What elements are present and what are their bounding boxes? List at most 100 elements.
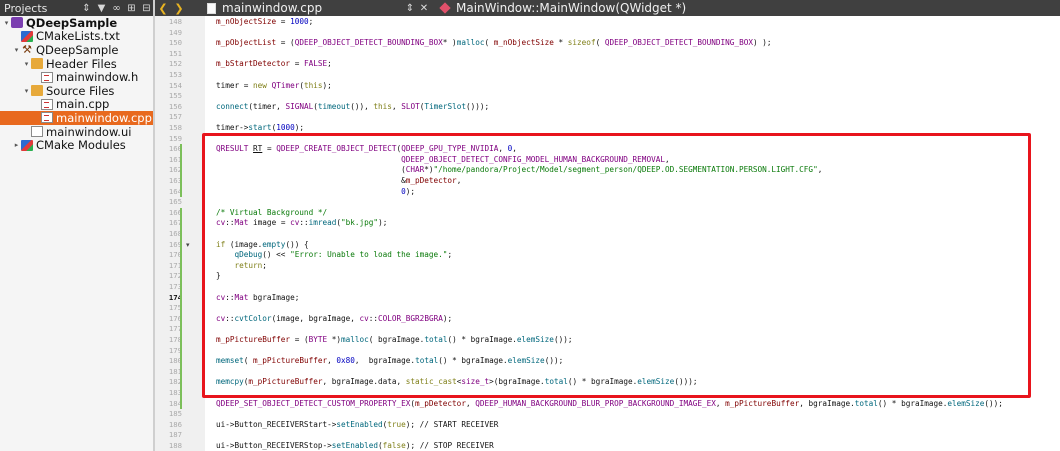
expand-arrow-icon[interactable]: ▸ (12, 141, 21, 149)
line-number: 156 (168, 101, 182, 111)
line-number: 183 (168, 388, 182, 397)
code-line[interactable]: if (image.empty()) { (216, 240, 309, 251)
symbol-name: MainWindow::MainWindow(QWidget *) (456, 1, 687, 15)
code-line[interactable]: connect(timer, SIGNAL(timeout()), this, … (216, 102, 489, 113)
line-number: 163 (168, 176, 182, 185)
code-line[interactable]: QDEEP_OBJECT_DETECT_CONFIG_MODEL_HUMAN_B… (216, 155, 669, 166)
code-line[interactable]: m_pPictureBuffer = (BYTE *)malloc( bgraI… (216, 335, 572, 346)
fold-arrow-icon[interactable]: ▾ (186, 241, 190, 249)
code-line[interactable]: memcpy(m_pPictureBuffer, bgraImage.data,… (216, 377, 697, 388)
line-number: 157 (168, 112, 182, 122)
close-icon[interactable]: ⊟ (140, 2, 153, 15)
line-number: 164 (168, 186, 182, 196)
tree-item[interactable]: mainwindow.h (0, 70, 153, 84)
tree-item[interactable]: ▸ CMake Modules (0, 138, 153, 152)
code-line[interactable]: qDebug() << "Error: Unable to load the i… (216, 250, 453, 261)
projects-title: Projects (4, 1, 48, 15)
line-number: 168 (168, 229, 182, 238)
expand-arrow-icon[interactable]: ▾ (12, 46, 21, 54)
code-line[interactable]: ui->Button_RECEIVERStart->setEnabled(tru… (216, 420, 498, 431)
code-line[interactable]: cv::cvtColor(image, bgraImage, cv::COLOR… (216, 314, 452, 325)
code-line[interactable]: memset( m_pPictureBuffer, 0x80, bgraImag… (216, 356, 563, 367)
code-line[interactable]: m_pObjectList = (QDEEP_OBJECT_DETECT_BOU… (216, 38, 771, 49)
tree-item-label: mainwindow.h (56, 70, 139, 84)
hammer-icon: ⚒ (22, 43, 32, 57)
code-line[interactable]: /* Virtual Background */ (216, 208, 327, 219)
cmake-file-icon (21, 139, 33, 151)
line-number: 151 (168, 48, 182, 58)
open-file-tab[interactable]: mainwindow.cpp (207, 1, 403, 15)
open-file-name: mainwindow.cpp (222, 1, 323, 15)
code-line[interactable]: 0); (216, 187, 415, 198)
line-number: 185 (168, 409, 182, 419)
tree-item-label: CMake Modules (36, 138, 126, 152)
split-icon[interactable]: ⊞ (125, 2, 138, 15)
line-number: 172 (168, 271, 182, 281)
line-number: 152 (168, 59, 182, 69)
back-arrow-icon[interactable]: ❮ (155, 2, 171, 15)
code-line[interactable]: ui->Button_RECEIVERStop->setEnabled(fals… (216, 441, 494, 451)
code-line[interactable]: cv::Mat image = cv::imread("bk.jpg"); (216, 218, 387, 229)
expand-arrow-icon[interactable]: ▾ (22, 60, 31, 68)
line-number-gutter: 148 149 150 151 152 153 154 155 156 157 158 159 160 1… (155, 16, 205, 451)
code-line[interactable]: m_nObjectSize = 1000; (216, 17, 313, 28)
project-tree: ▾ QDeepSample CMakeLists.txt ▾ ⚒ QDeepSample ▾… (0, 16, 153, 451)
line-number: 179 (168, 345, 182, 355)
line-number: 188 (168, 441, 182, 450)
tree-item[interactable]: ▾ QDeepSample (0, 16, 153, 30)
code-line[interactable]: timer->start(1000); (216, 123, 304, 134)
tree-item-label: main.cpp (56, 97, 110, 112)
modified-lines-marker (180, 207, 182, 410)
code-line[interactable]: QDEEP_SET_OBJECT_DETECT_CUSTOM_PROPERTY_… (216, 399, 1003, 410)
tree-item[interactable]: main.cpp (0, 97, 153, 112)
line-number: 180 (168, 356, 182, 366)
folder-icon (31, 85, 43, 97)
line-number: 187 (168, 430, 182, 440)
dropdown-icon[interactable]: ⇕ (80, 2, 93, 15)
tree-item[interactable]: mainwindow.cpp (0, 111, 153, 125)
line-number: 184 (168, 398, 182, 408)
tab-dropdown-icon[interactable]: ⇕ (403, 3, 417, 14)
tree-item[interactable]: CMakeLists.txt (0, 30, 153, 43)
line-number: 153 (168, 70, 182, 79)
projects-toolbar: Projects ⇕ ▼ ∞ ⊞ ⊟ (0, 0, 155, 16)
line-number: 158 (168, 123, 182, 132)
tree-item[interactable]: ▾ ⚒ QDeepSample (0, 43, 153, 57)
filter-icon[interactable]: ▼ (95, 2, 108, 15)
editor-tabbar: ❮ ❯ mainwindow.cpp ⇕ ✕ MainWindow::MainW… (155, 0, 1060, 16)
expand-arrow-icon[interactable]: ▾ (22, 87, 31, 95)
tree-item[interactable]: mainwindow.ui (0, 125, 153, 138)
modified-lines-marker (180, 144, 182, 198)
forward-arrow-icon[interactable]: ❯ (171, 2, 187, 15)
line-number: 170 (168, 250, 182, 260)
tree-item-label: mainwindow.cpp (56, 111, 152, 125)
cpp-file-icon (41, 98, 53, 110)
line-number: 174 (168, 292, 182, 302)
link-icon[interactable]: ∞ (110, 2, 123, 15)
tree-item[interactable]: ▾ Source Files (0, 84, 153, 98)
cpp-file-icon (41, 112, 53, 124)
line-number: 178 (168, 335, 182, 344)
code-line[interactable]: (CHAR*)"/home/pandora/Project/Model/segm… (216, 165, 822, 176)
tab-close-icon[interactable]: ✕ (417, 3, 431, 14)
code-line[interactable]: cv::Mat bgraImage; (216, 293, 299, 304)
tree-item-label: QDeepSample (36, 43, 119, 57)
code-editor[interactable]: 148 149 150 151 152 153 154 155 156 157 158 159 160 1… (155, 16, 1060, 451)
code-line[interactable]: &m_pDetector, (216, 176, 461, 187)
line-number: 167 (168, 218, 182, 228)
line-number: 160 (168, 144, 182, 154)
cmake-file-icon (21, 30, 33, 42)
line-number: 150 (168, 38, 182, 48)
code-line[interactable]: m_bStartDetector = FALSE; (216, 59, 332, 70)
expand-arrow-icon[interactable]: ▾ (2, 19, 11, 27)
tree-item-label: Source Files (46, 84, 115, 98)
code-line[interactable]: timer = new QTimer(this); (216, 81, 332, 92)
code-line[interactable]: } (216, 271, 221, 282)
code-line[interactable]: return; (216, 261, 267, 272)
code-line[interactable]: QRESULT RT = QDEEP_CREATE_OBJECT_DETECT(… (216, 144, 517, 155)
line-number: 161 (168, 154, 182, 164)
line-number: 171 (168, 260, 182, 270)
line-number: 173 (168, 282, 182, 291)
tree-item[interactable]: ▾ Header Files (0, 57, 153, 71)
symbol-selector[interactable]: MainWindow::MainWindow(QWidget *) (439, 1, 687, 15)
